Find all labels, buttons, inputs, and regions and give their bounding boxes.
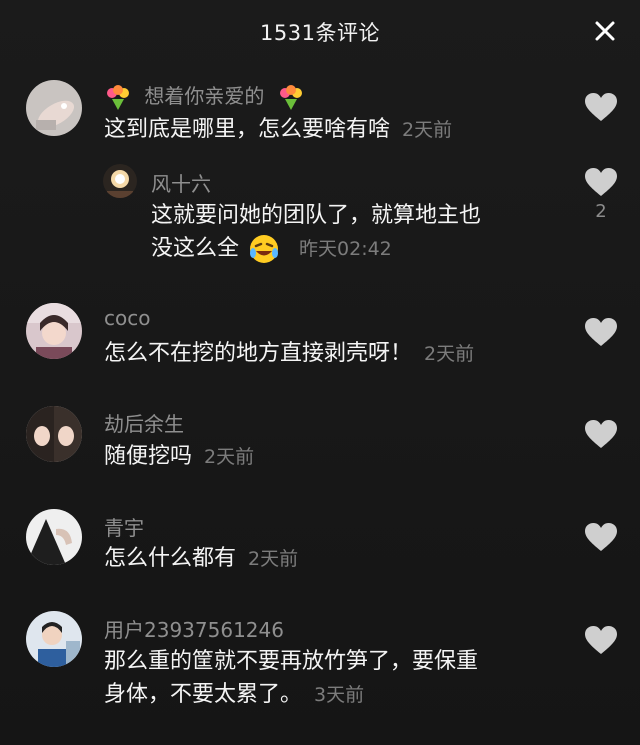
comment-username[interactable]: 劫后余生	[104, 408, 184, 437]
avatar[interactable]	[26, 406, 82, 462]
bouquet-emoji	[279, 84, 302, 110]
rofl-emoji	[250, 235, 279, 263]
reply-avatar[interactable]	[103, 164, 137, 198]
comments-header: 1531条评论	[0, 0, 640, 64]
comment-time: 2天前	[248, 548, 299, 570]
reply-text-line1: 这就要问她的团队了，就算地主也	[151, 203, 482, 228]
avatar[interactable]	[26, 509, 82, 565]
comment-text-line1: 那么重的筐就不要再放竹笋了，要保重	[104, 649, 479, 674]
close-icon[interactable]	[592, 18, 618, 44]
comment-time: 2天前	[402, 119, 453, 141]
heart-icon[interactable]	[584, 317, 618, 347]
comment-text: 这到底是哪里，怎么要啥有啥 2天前	[104, 117, 453, 142]
comment-text: 随便挖吗 2天前	[104, 444, 255, 469]
comment-username[interactable]: coco	[104, 306, 150, 330]
heart-icon[interactable]	[584, 625, 618, 655]
bouquet-emoji	[107, 84, 129, 110]
avatar[interactable]	[26, 80, 82, 136]
comment-time: 2天前	[424, 343, 475, 365]
comment-text: 怎么什么都有 2天前	[104, 546, 299, 571]
like-count: 2	[595, 201, 607, 222]
heart-icon[interactable]	[584, 419, 618, 449]
comment-time: 2天前	[204, 446, 255, 468]
comment-text: 怎么不在挖的地方直接剥壳呀！ 2天前	[104, 341, 475, 366]
avatar[interactable]	[26, 611, 82, 667]
reply-time: 昨天02:42	[299, 238, 392, 260]
comments-title: 1531条评论	[260, 21, 380, 45]
heart-icon[interactable]	[584, 522, 618, 552]
heart-icon[interactable]	[584, 167, 618, 197]
reply-text-line2: 没这么全 昨天02:42	[151, 232, 392, 266]
comment-text-line2: 身体，不要太累了。 3天前	[104, 682, 365, 707]
comment-username[interactable]: 青宇	[104, 512, 144, 541]
reply-username[interactable]: 风十六	[151, 168, 211, 197]
avatar[interactable]	[26, 303, 82, 359]
comment-time: 3天前	[314, 684, 365, 706]
comments-panel: 1531条评论 想着你亲爱的 这到底是哪里，怎么要啥有啥 2天前 风十六 这就要…	[0, 0, 640, 745]
comment-username[interactable]: 想着你亲爱的	[104, 80, 305, 111]
comment-username[interactable]: 用户23937561246	[104, 614, 284, 643]
heart-icon[interactable]	[584, 92, 618, 122]
